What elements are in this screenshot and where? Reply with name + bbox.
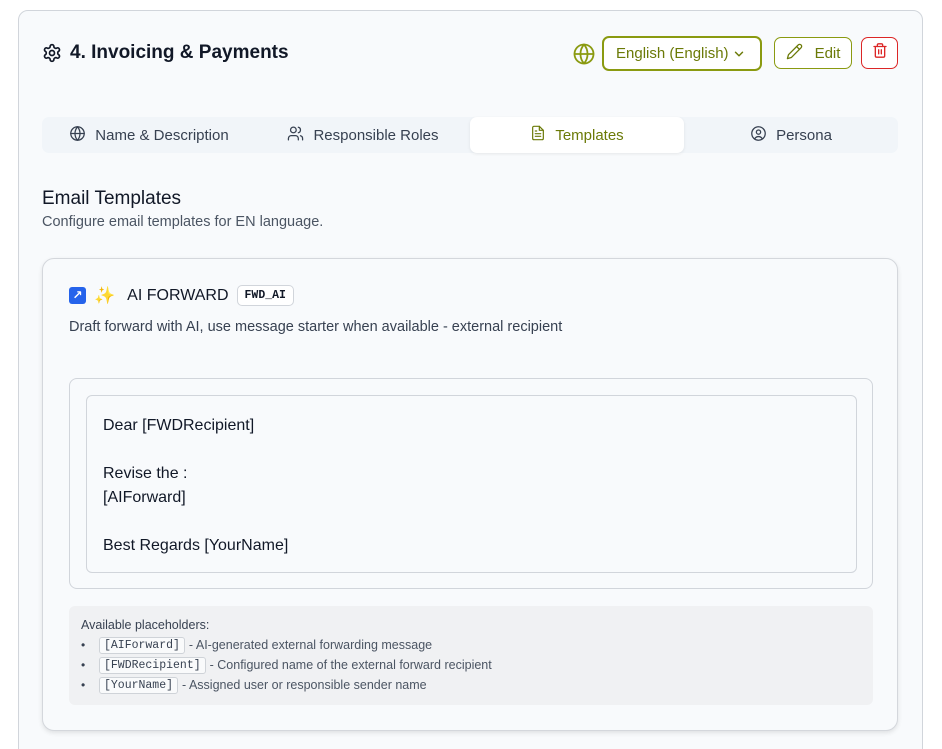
tab-templates[interactable]: Templates — [470, 117, 684, 153]
placeholder-code: [FWDRecipient] — [99, 656, 206, 674]
tab-bar: Name & Description Responsible Roles Tem… — [42, 117, 898, 153]
section-subtitle: Configure email templates for EN languag… — [42, 214, 324, 230]
tab-responsible-roles[interactable]: Responsible Roles — [256, 117, 470, 153]
template-body-editor[interactable]: Dear [FWDRecipient] Revise the : [AIForw… — [86, 395, 857, 573]
editor-line: Revise the : — [103, 465, 188, 482]
placeholders-panel: Available placeholders: • [AIForward] - … — [69, 606, 873, 705]
sparkles-icon: ✨ — [94, 286, 116, 305]
placeholder-text: - Configured name of the external forwar… — [209, 658, 492, 672]
placeholder-code: [YourName] — [99, 676, 179, 694]
placeholder-item: • [FWDRecipient] - Configured name of th… — [81, 655, 861, 675]
page-title: 4. Invoicing & Payments — [70, 42, 289, 63]
chevron-down-icon — [732, 47, 746, 65]
template-description: Draft forward with AI, use message start… — [69, 319, 563, 335]
pencil-icon — [786, 43, 803, 64]
user-circle-icon — [750, 125, 767, 146]
card-header: 4. Invoicing & Payments — [42, 42, 289, 64]
tab-name-description[interactable]: Name & Description — [42, 117, 256, 153]
placeholders-title: Available placeholders: — [81, 618, 210, 632]
delete-button[interactable] — [861, 37, 898, 69]
gear-icon — [42, 43, 62, 63]
placeholder-item: • [AIForward] - AI-generated external fo… — [81, 635, 861, 655]
template-name: AI FORWARD — [127, 286, 229, 304]
language-select-value: English (English) — [616, 45, 729, 62]
trash-icon — [872, 42, 888, 64]
document-icon — [530, 125, 546, 145]
template-header: ↗ ✨ AI FORWARD FWD_AI — [69, 285, 294, 306]
bullet-icon: • — [81, 658, 86, 672]
arrow-up-right-icon: ↗ — [69, 287, 86, 304]
editor-line: [AIForward] — [103, 489, 186, 506]
editor-line: Best Regards [YourName] — [103, 537, 289, 554]
template-code-badge: FWD_AI — [236, 285, 294, 306]
placeholder-text: - AI-generated external forwarding messa… — [188, 638, 433, 652]
edit-button[interactable]: Edit — [774, 37, 852, 69]
placeholder-item: • [YourName] - Assigned user or responsi… — [81, 675, 861, 695]
editor-line: Dear [FWDRecipient] — [103, 417, 255, 434]
users-icon — [287, 125, 304, 146]
section-title: Email Templates — [42, 188, 182, 209]
template-card: ↗ ✨ AI FORWARD FWD_AI Draft forward with… — [42, 258, 898, 731]
edit-button-label: Edit — [814, 44, 841, 62]
globe-icon — [69, 125, 86, 146]
tab-label: Responsible Roles — [313, 126, 439, 144]
placeholder-text: - Assigned user or responsible sender na… — [182, 678, 427, 692]
tab-label: Name & Description — [95, 126, 229, 144]
placeholder-code: [AIForward] — [99, 636, 185, 654]
language-select[interactable]: English (English) — [602, 36, 762, 71]
tab-persona[interactable]: Persona — [684, 117, 898, 153]
bullet-icon: • — [81, 638, 86, 652]
tab-label: Persona — [776, 126, 832, 144]
bullet-icon: • — [81, 678, 86, 692]
template-editor-container: Dear [FWDRecipient] Revise the : [AIForw… — [69, 378, 873, 589]
tab-label: Templates — [555, 126, 624, 144]
globe-icon[interactable] — [572, 42, 596, 66]
